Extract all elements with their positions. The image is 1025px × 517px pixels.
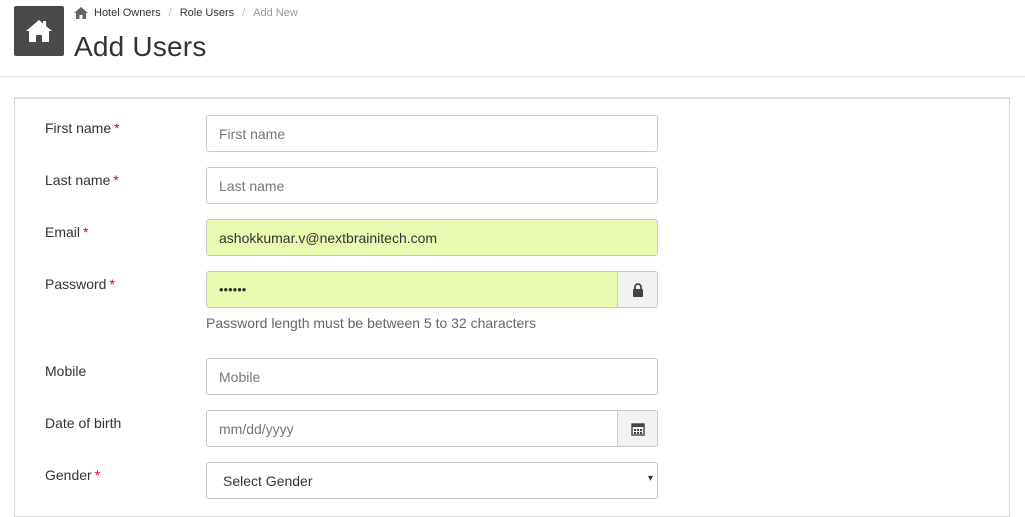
password-label: Password * [45, 276, 115, 292]
calendar-icon [630, 422, 645, 436]
breadcrumb-separator: / [242, 7, 246, 19]
mobile-label: Mobile [45, 363, 87, 379]
breadcrumb-separator: / [168, 7, 172, 19]
last-name-input[interactable]: Last name [206, 167, 658, 204]
dob-label: Date of birth [45, 415, 122, 431]
page-header: Hotel Owners / Role Users / Add New Add … [0, 0, 1025, 77]
breadcrumb-hotel-owners[interactable]: Hotel Owners [94, 7, 161, 19]
home-button[interactable] [14, 6, 64, 56]
mobile-input[interactable]: Mobile [206, 358, 658, 395]
gender-select[interactable]: Select Gender ▾ [206, 462, 658, 499]
required-marker: * [113, 172, 119, 188]
home-icon [26, 20, 52, 42]
first-name-label: First name * [45, 120, 120, 136]
email-label: Email * [45, 224, 89, 240]
page-title: Add Users [74, 31, 207, 62]
breadcrumb-role-users[interactable]: Role Users [180, 7, 234, 19]
gender-selected-value: Select Gender [223, 472, 313, 489]
email-input[interactable]: ashokkumar.v@nextbrainitech.com [206, 219, 658, 256]
required-marker: * [114, 120, 120, 136]
required-marker: * [94, 467, 101, 483]
breadcrumb-add-new: Add New [253, 7, 298, 19]
lock-icon [632, 282, 643, 297]
password-toggle-button[interactable] [618, 271, 658, 308]
gender-label: Gender * [45, 467, 101, 483]
first-name-input[interactable]: First name [206, 115, 658, 152]
add-user-form: First name * First name Last name * Last n… [14, 97, 1010, 517]
password-help-text: Password length must be between 5 to 32 … [206, 315, 536, 331]
required-marker: * [83, 224, 89, 240]
breadcrumb-home-icon[interactable] [74, 7, 88, 19]
password-input[interactable]: •••••• [206, 271, 618, 308]
dob-calendar-button[interactable] [618, 410, 658, 447]
breadcrumb: Hotel Owners / Role Users / Add New [74, 7, 298, 19]
chevron-down-icon: ▾ [647, 473, 653, 484]
last-name-label: Last name * [45, 172, 119, 188]
dob-input[interactable]: mm/dd/yyyy [206, 410, 618, 447]
required-marker: * [109, 276, 115, 292]
